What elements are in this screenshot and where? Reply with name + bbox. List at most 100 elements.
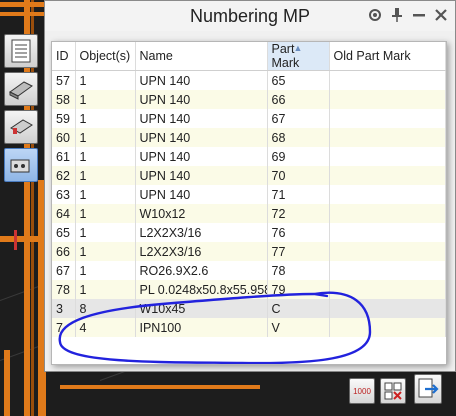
clear-grid-icon [384,382,402,400]
numbering-table-panel: ID Object(s) Name ▲ Part Mark Old Part Ma… [51,41,447,365]
cell-part-mark[interactable]: 78 [267,261,330,280]
beam-icon [9,81,33,100]
table-row[interactable]: 78 1 PL 0.0248x50.8x55.9586 79 [52,280,446,299]
cell-part-mark[interactable]: 70 [267,166,330,185]
report-tool-button[interactable] [4,34,38,68]
cell-objects: 1 [75,261,136,280]
pin-icon[interactable] [389,7,405,23]
table-row[interactable]: 65 1 L2X2X3/16 76 [52,223,446,242]
table-row[interactable]: 7 4 IPN100 V [52,318,446,337]
cell-objects: 1 [75,128,136,147]
cell-id: 67 [52,261,76,280]
cell-id: 66 [52,242,76,261]
plate-tool-button[interactable] [4,110,38,144]
cell-name: UPN 140 [135,166,268,185]
numbering-table: ID Object(s) Name ▲ Part Mark Old Part Ma… [52,42,446,337]
cell-id: 62 [52,166,76,185]
close-icon[interactable] [433,7,449,23]
plate-icon [10,119,33,134]
cell-name: UPN 140 [135,109,268,128]
cell-id: 7 [52,318,76,337]
cell-old-part-mark [329,318,446,337]
cell-part-mark[interactable]: 68 [267,128,330,147]
table-row[interactable]: 62 1 UPN 140 70 [52,166,446,185]
cell-old-part-mark [329,242,446,261]
cell-part-mark[interactable]: C [267,299,330,318]
cell-part-mark[interactable]: 65 [267,70,330,90]
cell-objects: 1 [75,70,136,90]
table-row[interactable]: 61 1 UPN 140 69 [52,147,446,166]
cell-old-part-mark [329,223,446,242]
cell-objects: 1 [75,204,136,223]
cell-old-part-mark [329,70,446,90]
title-bar[interactable]: Numbering MP [45,1,455,31]
column-header-objects[interactable]: Object(s) [75,42,136,71]
renumber-button[interactable]: 1000 [349,378,375,404]
document-icon [11,39,31,63]
export-button[interactable] [414,374,442,404]
cell-name: L2X2X3/16 [135,223,268,242]
cell-old-part-mark [329,147,446,166]
cell-part-mark[interactable]: V [267,318,330,337]
cell-old-part-mark [329,185,446,204]
cell-id: 65 [52,223,76,242]
connection-icon [10,159,30,173]
cell-objects: 4 [75,318,136,337]
renumber-label: 1000 [353,386,371,396]
cell-id: 63 [52,185,76,204]
cell-objects: 1 [75,109,136,128]
minimize-icon[interactable] [411,7,427,23]
cell-part-mark[interactable]: 77 [267,242,330,261]
column-header-part-mark[interactable]: ▲ Part Mark [267,42,330,71]
cell-objects: 1 [75,147,136,166]
table-row[interactable]: 59 1 UPN 140 67 [52,109,446,128]
cell-id: 3 [52,299,76,318]
cell-name: W10x45 [135,299,268,318]
clear-marks-button[interactable] [380,378,406,404]
cell-old-part-mark [329,204,446,223]
cell-name: UPN 140 [135,70,268,90]
cell-objects: 8 [75,299,136,318]
cell-name: RO26.9X2.6 [135,261,268,280]
cell-old-part-mark [329,128,446,147]
column-header-old-part-mark[interactable]: Old Part Mark [329,42,446,71]
cell-part-mark[interactable]: 72 [267,204,330,223]
cell-name: UPN 140 [135,128,268,147]
column-header-name[interactable]: Name [135,42,268,71]
cell-part-mark[interactable]: 69 [267,147,330,166]
cell-objects: 1 [75,223,136,242]
table-row[interactable]: 67 1 RO26.9X2.6 78 [52,261,446,280]
cell-name: UPN 140 [135,90,268,109]
cell-objects: 1 [75,185,136,204]
table-row[interactable]: 60 1 UPN 140 68 [52,128,446,147]
cell-part-mark[interactable]: 71 [267,185,330,204]
beam-tool-button[interactable] [4,72,38,106]
cell-part-mark[interactable]: 67 [267,109,330,128]
sort-ascending-icon: ▲ [293,43,303,53]
connection-tool-button[interactable] [4,148,38,182]
table-row[interactable]: 63 1 UPN 140 71 [52,185,446,204]
cell-id: 59 [52,109,76,128]
column-header-id[interactable]: ID [52,42,76,71]
cell-part-mark[interactable]: 66 [267,90,330,109]
cell-objects: 1 [75,280,136,299]
cell-objects: 1 [75,242,136,261]
export-arrow-icon [418,378,439,398]
cell-name: PL 0.0248x50.8x55.9586 [135,280,268,299]
cell-name: UPN 140 [135,147,268,166]
table-row[interactable]: 66 1 L2X2X3/16 77 [52,242,446,261]
cell-part-mark[interactable]: 76 [267,223,330,242]
table-row[interactable]: 58 1 UPN 140 66 [52,90,446,109]
table-row[interactable]: 57 1 UPN 140 65 [52,70,446,90]
table-row[interactable]: 3 8 W10x45 C [52,299,446,318]
cell-old-part-mark [329,261,446,280]
cell-id: 64 [52,204,76,223]
cell-name: IPN100 [135,318,268,337]
cell-id: 58 [52,90,76,109]
tool-strip [2,30,42,182]
cell-part-mark[interactable]: 79 [267,280,330,299]
table-row[interactable]: 64 1 W10x12 72 [52,204,446,223]
numbering-window: Numbering MP ID Object(s) Name ▲ Part Ma… [44,0,456,372]
gear-icon[interactable] [367,7,383,23]
cell-id: 57 [52,70,76,90]
